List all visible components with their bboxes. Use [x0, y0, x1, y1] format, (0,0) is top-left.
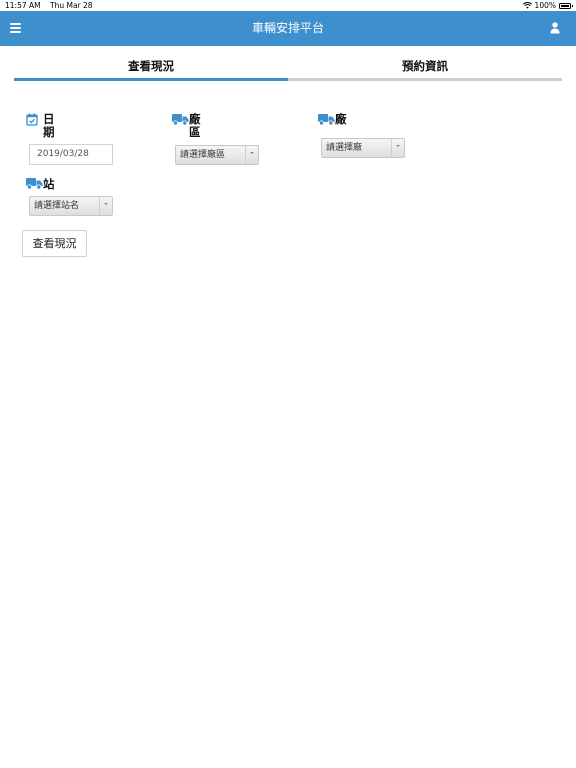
tab-view-status[interactable]: 查看現況 [14, 57, 288, 81]
area-label: 廠 區 [189, 113, 201, 139]
status-date: Thu Mar 28 [50, 1, 93, 10]
plant-select-value: 請選擇廠 [326, 143, 363, 153]
tab-reservation-info[interactable]: 預約資訊 [288, 57, 562, 81]
app-title: 車輛安排平台 [251, 21, 324, 35]
area-select[interactable]: 請選擇廠區 [175, 145, 259, 165]
truck-icon [172, 114, 189, 126]
view-status-button[interactable]: 查看現況 [22, 230, 87, 257]
calendar-check-icon [26, 113, 38, 126]
wifi-icon [522, 2, 532, 9]
status-right: 100% [522, 0, 573, 11]
station-select-value: 請選擇站名 [34, 201, 80, 211]
date-label-line2: 期 [43, 125, 55, 139]
area-label-line2: 區 [189, 125, 201, 139]
station-select[interactable]: 請選擇站名 [29, 196, 113, 216]
date-input[interactable]: 2019/03/28 [29, 144, 113, 165]
truck-icon [26, 178, 43, 190]
user-icon[interactable] [550, 22, 560, 34]
app-header: 車輛安排平台 [0, 11, 576, 46]
status-time: 11:57 AM [5, 1, 41, 10]
plant-select[interactable]: 請選擇廠 [321, 138, 405, 158]
battery-percent: 100% [534, 1, 556, 10]
plant-label: 廠 [335, 112, 347, 126]
status-left: 11:57 AM Thu Mar 28 [5, 0, 93, 11]
chevron-down-icon [391, 139, 404, 157]
battery-icon [559, 2, 573, 9]
date-label: 日 期 [43, 113, 55, 139]
station-label: 站 [43, 177, 55, 191]
area-select-value: 請選擇廠區 [180, 150, 226, 160]
chevron-down-icon [245, 146, 258, 164]
tab-bar: 查看現況 預約資訊 [14, 57, 562, 81]
truck-icon [318, 114, 335, 126]
chevron-down-icon [99, 197, 112, 215]
status-bar: 11:57 AM Thu Mar 28 100% [0, 0, 576, 11]
